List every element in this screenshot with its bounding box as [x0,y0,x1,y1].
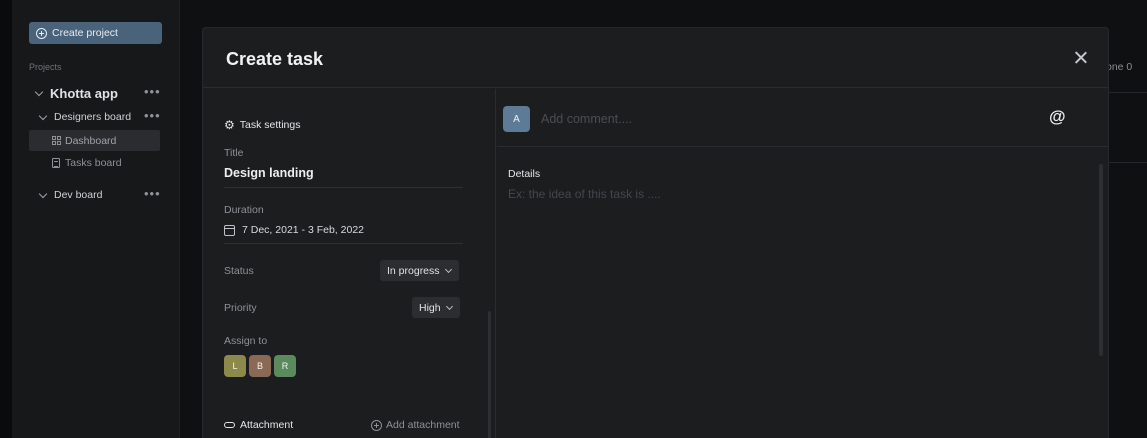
dashboard-icon [52,136,61,145]
duration-value: 7 Dec, 2021 - 3 Feb, 2022 [242,224,364,236]
board-dev-more-icon[interactable]: ••• [144,186,161,201]
link-icon [224,422,235,428]
document-icon [52,158,60,168]
task-settings-label: Task settings [239,119,301,131]
duration-underline [224,243,463,244]
add-attachment-button[interactable]: Add attachment [371,419,460,431]
assignee-avatar[interactable]: R [274,355,296,377]
board-dev[interactable]: Dev board [38,189,103,201]
window-edge [0,0,12,438]
assignee-list: L B R [224,355,296,377]
create-project-label: Create project [52,27,118,39]
background-divider [1108,162,1147,163]
board-designers-label: Designers board [54,111,132,123]
project-name: Khotta app [50,86,118,101]
priority-value: High [419,301,441,314]
chevron-down-icon [444,265,452,273]
task-settings-pane: ⚙ Task settings Title Design landing Dur… [203,89,496,438]
duration-label: Duration [224,204,264,216]
status-dropdown[interactable]: In progress [380,260,459,281]
duration-field[interactable]: 7 Dec, 2021 - 3 Feb, 2022 [224,224,364,236]
details-input[interactable] [508,185,1068,203]
priority-dropdown[interactable]: High [412,297,460,318]
background-column-header: one 0 [1106,61,1133,73]
sidebar-item-dashboard[interactable]: Dashboard [29,130,160,151]
sidebar-item-tasks-board-label: Tasks board [65,157,122,169]
chevron-down-icon [38,189,48,198]
create-task-modal: Create task ⚙ Task settings Title Design… [202,27,1109,438]
title-underline [224,187,463,188]
attachment-heading: Attachment [224,419,293,431]
projects-heading: Projects [29,62,62,72]
calendar-icon [224,224,235,236]
sidebar-item-tasks-board[interactable]: Tasks board [52,157,122,169]
scrollbar[interactable] [1099,164,1103,356]
sidebar-item-dashboard-label: Dashboard [65,134,117,147]
background-divider [1108,92,1147,93]
create-project-button[interactable]: Create project [29,22,162,44]
status-value: In progress [387,264,440,277]
status-label: Status [224,265,254,277]
project-khotta-app[interactable]: Khotta app [34,86,118,101]
assign-label: Assign to [224,335,268,347]
add-attachment-label: Add attachment [386,419,460,431]
chevron-down-icon [34,87,44,97]
project-more-icon[interactable]: ••• [144,84,161,99]
priority-label: Priority [224,302,257,314]
close-icon[interactable] [1074,51,1087,64]
comment-input[interactable] [541,109,1021,129]
task-settings-heading: ⚙ Task settings [224,119,300,131]
modal-title: Create task [226,49,324,69]
board-dev-label: Dev board [54,189,103,201]
title-field[interactable]: Design landing [224,166,314,180]
scrollbar[interactable] [488,311,491,438]
assignee-avatar[interactable]: L [224,355,246,377]
comment-bar: A @ [497,89,1108,147]
board-designers[interactable]: Designers board [38,111,132,123]
gear-icon: ⚙ [224,118,235,132]
mention-icon[interactable]: @ [1049,108,1066,125]
comment-details-pane: A @ Details [497,89,1108,438]
board-designers-more-icon[interactable]: ••• [144,108,161,123]
chevron-down-icon [38,111,48,120]
assignee-avatar[interactable]: B [249,355,271,377]
chevron-down-icon [445,302,453,310]
title-label: Title [224,147,244,159]
plus-circle-icon [36,27,47,39]
details-label: Details [508,168,541,180]
plus-circle-icon [371,419,382,431]
modal-header: Create task [203,28,1108,88]
attachment-label: Attachment [240,419,294,431]
sidebar: Create project Projects Khotta app ••• D… [12,0,180,438]
avatar: A [503,106,530,132]
